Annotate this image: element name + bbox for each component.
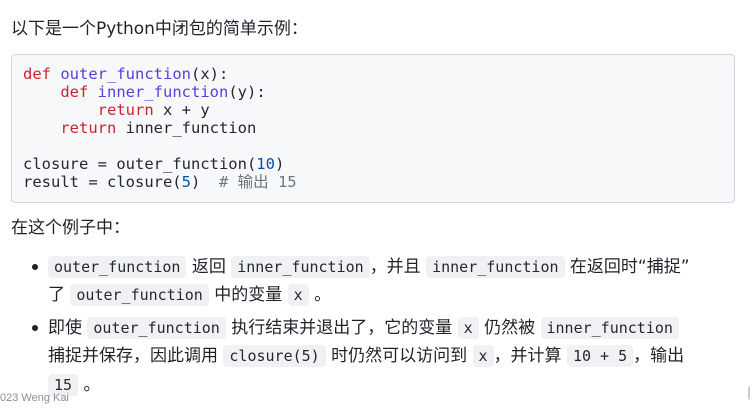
code-function-name: outer_function [60,65,191,83]
code-number: 5 [181,173,191,191]
inline-code: outer_function [87,317,226,339]
bullet-text: 了 [48,285,71,305]
bullet-text: 。 [78,375,101,395]
code-line-4: return inner_function [23,119,256,137]
code-line-7: result = closure(5) # 输出 15 [23,173,297,191]
bullet-dot [32,264,38,270]
code-text: result = closure( [23,173,182,191]
bullet-text: 返回 [186,257,232,277]
slide-page: 以下是一个Python中闭包的简单示例： def outer_function(… [0,0,753,413]
code-text: ) [190,173,219,191]
code-text: closure = outer_function( [23,155,257,173]
bullet-text: 仍然被 [478,318,541,338]
inline-code: inner_function [426,256,565,278]
code-text: inner_function [116,119,257,137]
code-line-6: closure = outer_function(10) [23,155,284,173]
bullet-1-line-1: outer_function 返回 inner_function ，并且 inne… [48,253,690,281]
code-keyword: return [97,101,154,119]
bullet-dot [32,325,38,331]
scroll-edge-indicator [748,386,753,400]
bullet-text: ，输出 [633,346,685,366]
bullet-text: ，并计算 [493,346,567,366]
bullet-text: 时仍然可以访问到 [325,346,473,366]
inline-code: x [472,345,494,367]
bullet-text: 即使 [48,318,88,338]
code-text: (y): [228,83,266,101]
inline-code: x [457,317,479,339]
code-text: ) [274,155,285,173]
inline-code: inner_function [231,256,370,278]
code-text: (x): [191,65,229,83]
code-block: def outer_function(x): def inner_functio… [11,54,735,203]
bullet-1-line-2: 了 outer_function 中的变量 x 。 [48,281,331,309]
code-keyword: def [60,83,89,101]
bullet-text: 。 [308,285,332,305]
inline-code: outer_function [70,284,209,306]
code-line-2: def inner_function(y): [23,83,266,101]
code-text: x + y [153,101,210,119]
code-line-1: def outer_function(x): [23,65,228,83]
inline-code: closure(5) [223,345,326,367]
bullet-2-line-1: 即使 outer_function 执行结束并退出了，它的变量 x 仍然被 in… [48,314,679,342]
copyright-footer: 023 Weng Kai [0,392,69,404]
bullet-text: 捕捉并保存，因此调用 [48,346,224,366]
bullet-2-line-2: 捕捉并保存，因此调用 closure(5) 时仍然可以访问到 x ，并计算 10 … [48,342,684,370]
bullet-text: 中的变量 [208,285,288,305]
code-function-name: inner_function [97,83,229,101]
inline-code: x [287,284,309,306]
inline-code: 10 + 5 [566,345,634,367]
intro-text: 以下是一个Python中闭包的简单示例： [11,19,308,39]
bullet-text: ，并且 [369,257,427,277]
code-number: 10 [256,155,275,173]
explanation-heading: 在这个例子中： [11,218,130,238]
code-line-3: return x + y [23,101,210,119]
code-comment: # 输出 15 [218,173,297,191]
code-keyword: return [60,119,117,137]
bullet-text: 执行结束并退出了，它的变量 [225,318,458,338]
code-keyword: def [23,65,51,83]
inline-code: inner_function [540,317,679,339]
bullet-text: 在返回时“捕捉” [564,257,690,277]
inline-code: outer_function [48,256,187,278]
